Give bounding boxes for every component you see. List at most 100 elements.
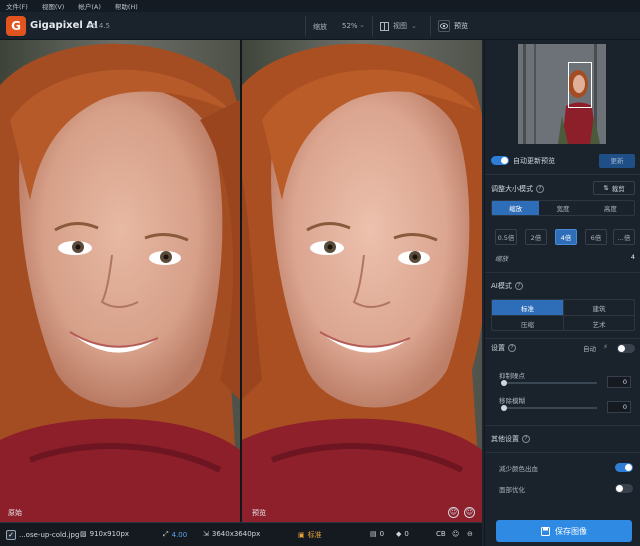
face-status-icon: ☺	[452, 530, 460, 538]
scale-value[interactable]: 4	[631, 253, 635, 261]
multiplier-4x[interactable]: 4倍	[555, 229, 577, 245]
preview-button[interactable]: 预览	[438, 19, 468, 33]
image-icon: ▨	[80, 530, 87, 538]
help-icon[interactable]: ?	[536, 185, 544, 193]
tab-width[interactable]: 宽度	[539, 201, 586, 215]
count-a-item: ▤ 0	[370, 530, 384, 538]
status-bar: ✓ ...ose-up-cold.jpg ▨ 910x910px ⤢ 4.00 …	[0, 522, 482, 546]
navigator-image	[518, 44, 606, 144]
auto-update-label: 自动更新预览	[513, 157, 555, 165]
auto-settings-toggle[interactable]	[617, 344, 635, 353]
count-a: 0	[379, 530, 385, 538]
file-row[interactable]: ✓ ...ose-up-cold.jpg	[6, 530, 79, 540]
toolbar: G Gigapixel AI v5.4.5 缩放 52% ⌄ 视图 ⌄ 预览	[0, 12, 640, 40]
reduce-color-bleed-toggle[interactable]	[615, 463, 633, 472]
menu-account[interactable]: 帐户(A)	[78, 1, 101, 11]
resize-mode-header: 调整大小模式? ⇅ 裁剪	[485, 181, 640, 195]
remove-blur-slider[interactable]	[501, 405, 597, 411]
ai-mode-architecture[interactable]: 建筑	[563, 300, 634, 316]
view-dropdown[interactable]: 视图 ⌄	[380, 19, 417, 33]
face-refine-toggle[interactable]	[615, 484, 633, 493]
drop-icon: ◆	[396, 530, 402, 538]
original-label: 原始	[8, 509, 22, 517]
suppress-noise-label: 抑制噪点	[499, 372, 525, 380]
chevron-down-icon[interactable]: ⌄	[359, 21, 365, 29]
scale-value: 4.00	[171, 530, 188, 539]
resize-mode-title: 调整大小模式	[491, 185, 533, 193]
ai-mode-compressed[interactable]: 压缩	[492, 316, 563, 330]
multiplier-2x[interactable]: 2倍	[525, 229, 547, 245]
divider	[485, 338, 640, 339]
scale-item: ⤢ 4.00	[163, 530, 187, 539]
save-label: 保存图像	[555, 526, 587, 536]
portrait-preview-image	[242, 40, 482, 522]
auto-update-toggle[interactable]	[491, 156, 509, 165]
suppress-noise-row: 抑制噪点 0	[485, 370, 640, 392]
menu-help[interactable]: 帮助(H)	[115, 1, 138, 11]
remove-blur-row: 移除模糊 0	[485, 395, 640, 417]
divider	[485, 425, 640, 426]
suppress-noise-slider[interactable]	[501, 380, 597, 386]
divider	[485, 174, 640, 175]
multiplier-custom[interactable]: ...倍	[613, 229, 635, 245]
crop-icon: ⇅	[603, 184, 609, 192]
help-icon[interactable]: ?	[514, 282, 523, 290]
ai-mode-standard[interactable]: 标准	[492, 300, 563, 316]
remove-blur-label: 移除模糊	[499, 397, 525, 405]
model-name: 标准	[307, 531, 322, 539]
remove-icon[interactable]: ⊖	[467, 530, 473, 538]
other-settings-title: 其他设置	[491, 435, 519, 443]
ai-mode-title: AI模式	[491, 282, 512, 290]
original-pane[interactable]: 原始	[0, 40, 240, 522]
help-icon[interactable]: ?	[508, 344, 516, 352]
face-detect-alt-icon[interactable]: ☺	[464, 507, 475, 518]
output-size-item: ⇲ 3640x3640px	[203, 530, 260, 538]
file-checkbox[interactable]: ✓	[6, 530, 16, 540]
zoom-dropdown[interactable]: 52%	[342, 22, 358, 30]
tab-height[interactable]: 高度	[587, 201, 634, 215]
preview-pane[interactable]: 预览 ☺ ☺	[242, 40, 482, 522]
navigator-thumbnail[interactable]	[518, 44, 606, 144]
menu-view[interactable]: 视图(V)	[42, 1, 65, 11]
divider	[485, 272, 640, 273]
count-b-item: ◆ 0	[396, 530, 409, 538]
split-view-icon	[380, 21, 389, 31]
toolbar-separator	[430, 16, 431, 36]
ai-mode-art[interactable]: 艺术	[563, 316, 634, 330]
save-icon	[541, 526, 550, 536]
preview-label: 预览	[252, 509, 266, 517]
chevron-down-icon: ⌄	[411, 22, 417, 30]
input-size: 910x910px	[89, 530, 130, 538]
multiplier-6x[interactable]: 6倍	[585, 229, 607, 245]
toolbar-separator	[372, 16, 373, 36]
ai-mode-header: AI模式?	[485, 281, 640, 293]
resize-tabs: 缩放 宽度 高度	[491, 200, 635, 216]
remove-blur-input[interactable]: 0	[607, 401, 631, 413]
suppress-noise-input[interactable]: 0	[607, 376, 631, 388]
preview-label: 预览	[454, 22, 468, 30]
output-size: 3640x3640px	[211, 530, 261, 538]
reduce-color-bleed-label: 减少颜色出血	[499, 465, 538, 473]
tab-scale[interactable]: 缩放	[492, 201, 540, 215]
image-canvas[interactable]: 原始 预览 ☺ ☺	[0, 40, 482, 522]
update-button[interactable]: 更新	[599, 154, 635, 168]
face-refine-label: 面部优化	[499, 486, 525, 494]
multiplier-0-5x[interactable]: 0.5倍	[495, 229, 517, 245]
model-item: ▣ 标准	[298, 530, 322, 540]
auto-update-row: 自动更新预览 更新	[485, 154, 640, 168]
ai-mode-grid: 标准 建筑 压缩 艺术	[491, 299, 635, 331]
help-icon[interactable]: ?	[522, 435, 530, 443]
settings-sidebar: 自动更新预览 更新 调整大小模式? ⇅ 裁剪 缩放 宽度 高度 0.5倍 2倍 4…	[484, 40, 640, 546]
zoom-label: 缩放	[313, 23, 327, 31]
cb-item: CB	[436, 530, 446, 538]
view-label: 视图	[393, 22, 407, 30]
face-detect-icon[interactable]: ☺	[448, 507, 459, 518]
model-icon: ▣	[298, 531, 305, 539]
crop-button[interactable]: ⇅ 裁剪	[593, 181, 635, 195]
viewport-box[interactable]	[568, 62, 592, 108]
save-image-button[interactable]: 保存图像	[496, 520, 632, 542]
menu-file[interactable]: 文件(F)	[6, 1, 28, 11]
cb-label: CB	[436, 530, 446, 538]
scale-label: 缩放	[495, 255, 508, 263]
divider	[485, 452, 640, 453]
